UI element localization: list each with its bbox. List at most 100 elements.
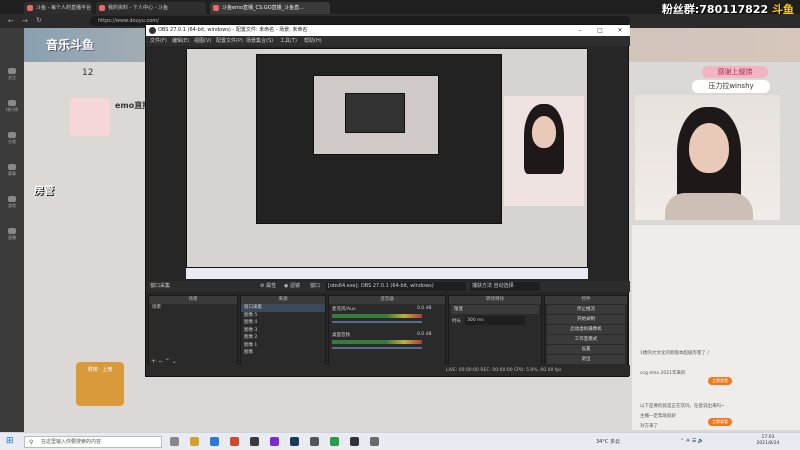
obs-window: OBS 27.0.1 (64-bit, windows) - 配置文件: 未命名… [145, 24, 630, 377]
scene-add-icon[interactable]: + − ⌃ ⌄ [151, 358, 177, 365]
obs-taskbar-icon[interactable] [250, 437, 259, 446]
source-item[interactable]: 图像 2 [241, 334, 325, 342]
app-icon[interactable] [350, 437, 359, 446]
weather[interactable]: 34°C 多云 [596, 438, 620, 445]
windows-start-icon[interactable]: ⊞ [6, 436, 14, 446]
preview-webcam-face [532, 116, 556, 148]
rank-card[interactable]: 周榜 · 上榜 [76, 362, 124, 406]
system-tray-icons[interactable]: ⌃ ☀ ☰ 🔊 [680, 438, 704, 444]
mixer-volume-slider[interactable] [332, 321, 422, 323]
duration-input[interactable]: 300 ms [465, 316, 525, 325]
taskbar-search-input[interactable]: ⚲ 在这里输入你要搜索的内容 [24, 436, 162, 448]
menu-file[interactable]: 文件(F) [150, 36, 167, 46]
filters-button[interactable]: ◉ 滤镜 [284, 281, 300, 292]
search-icon: ⚲ [29, 439, 34, 446]
chrome-icon[interactable] [230, 437, 239, 446]
obs-status-bar: LIVE: 00:00:00 REC: 00:00:00 CPU: 5.0%, … [146, 365, 630, 376]
properties-button[interactable]: ⚙ 属性 [260, 281, 276, 292]
mixer-track-db: 0.0 dB [417, 332, 432, 337]
browser-tab[interactable]: 我的资料 - 个人中心 - 斗鱼 [96, 2, 206, 14]
match-icon [8, 164, 16, 170]
browser-tab[interactable]: 斗鱼 - 每个人的直播平台 [24, 2, 92, 14]
capture-method-select[interactable]: 捕获方法 自动选择 [470, 282, 540, 291]
app-icon[interactable] [270, 437, 279, 446]
live-icon [8, 228, 16, 234]
source-item[interactable]: 图像 5 [241, 312, 325, 320]
mixer-track-name: 麦克风/Aux [332, 307, 356, 312]
obs-source-toolbar: 窗口采集 ⚙ 属性 ◉ 滤镜 窗口 [obs64.exe]: OBS 27.0.… [146, 281, 630, 292]
menu-profile[interactable]: 配置文件(P) [216, 36, 243, 46]
mixer-volume-slider[interactable] [332, 347, 422, 349]
menu-tools[interactable]: 工具(T) [280, 36, 297, 46]
transitions-header: 转场特效 [449, 296, 541, 304]
app-icon[interactable] [330, 437, 339, 446]
weather-text: 多云 [609, 439, 620, 445]
menu-scene-collection[interactable]: 场景集合(S) [246, 36, 273, 46]
app-icon[interactable] [310, 437, 319, 446]
clock-date: 2021/8/24 [756, 441, 780, 446]
side-nav-item[interactable]: 分类 [4, 132, 20, 146]
obs-logo-icon [149, 27, 156, 34]
side-nav-item[interactable]: 直播 [4, 228, 20, 242]
browser-tab-active[interactable]: 斗鱼emo直播_CS:GO直播_斗鱼直... [210, 2, 330, 14]
menu-edit[interactable]: 编辑(E) [172, 36, 189, 46]
selected-source-label: 窗口采集 [150, 283, 171, 289]
menu-view[interactable]: 视图(V) [194, 36, 211, 46]
minimize-icon[interactable]: – [570, 25, 590, 36]
banner-logo: 音乐斗鱼 [46, 38, 95, 52]
chat-line: 1楼的大文化的新版本超级厉害了 / [640, 351, 709, 356]
app-icon[interactable] [370, 437, 379, 446]
weather-temperature: 34°C [596, 439, 609, 445]
file-explorer-icon[interactable] [190, 437, 199, 446]
douyu-favicon-icon [99, 5, 105, 11]
start-recording-button[interactable]: 开始录制 [547, 315, 625, 324]
side-nav-label: 分类 [8, 139, 16, 144]
stop-streaming-button[interactable]: 停止推流 [547, 305, 625, 314]
windows-taskbar: ⊞ ⚲ 在这里输入你要搜索的内容 34°C 多云 ⌃ ☀ ☰ 🔊 17:03 202… [0, 432, 800, 450]
close-icon[interactable]: ✕ [610, 25, 630, 36]
side-nav-label: 排行榜 [6, 107, 18, 112]
mixer-track-name: 桌面音频 [332, 333, 350, 338]
side-nav-label: 赛事 [8, 171, 16, 176]
mixer-track-db: 0.0 dB [417, 306, 432, 311]
side-nav-item[interactable]: 赛事 [4, 164, 20, 178]
source-item[interactable]: 图像 4 [241, 319, 325, 327]
mixer-meter [332, 340, 422, 344]
window-label: 窗口 [310, 283, 321, 289]
maximize-icon[interactable]: □ [590, 25, 610, 36]
mixer-header: 混音器 [329, 296, 445, 304]
side-nav-item[interactable]: 游戏 [4, 196, 20, 210]
forward-icon[interactable]: → [22, 17, 28, 25]
menu-help[interactable]: 帮助(H) [304, 36, 322, 46]
source-item[interactable]: 图像 3 [241, 327, 325, 335]
transition-select[interactable]: 渐变 [451, 305, 539, 314]
douyu-favicon-icon [27, 5, 33, 11]
steam-icon[interactable] [290, 437, 299, 446]
source-item[interactable]: 图像 1 [241, 342, 325, 350]
edge-icon[interactable] [210, 437, 219, 446]
side-nav-item[interactable]: 关注 [4, 68, 20, 82]
settings-button[interactable]: 设置 [547, 345, 625, 354]
side-nav-item[interactable]: 排行榜 [4, 100, 20, 114]
scene-item[interactable]: 场景 [149, 304, 237, 312]
webcam-overlay [635, 95, 780, 220]
mixer-dock: 混音器 麦克风/Aux 0.0 dB 桌面音频 0.0 dB [328, 295, 446, 373]
window-select[interactable]: [obs64.exe]: OBS 27.0.1 (64-bit, windows… [326, 282, 466, 291]
back-icon[interactable]: ← [8, 17, 14, 25]
obs-preview[interactable] [186, 48, 588, 279]
exit-button[interactable]: 退出 [547, 355, 625, 364]
transitions-dock: 转场特效 渐变 时长 300 ms [448, 295, 542, 373]
chat-watch-button[interactable]: 立即观看 [708, 418, 732, 426]
chat-watch-button[interactable]: 立即观看 [708, 377, 732, 385]
source-item[interactable]: 图像 [241, 349, 325, 357]
controls-dock: 控件 停止推流 开始录制 启动虚拟摄像机 工作室模式 设置 退出 [544, 295, 628, 373]
streamer-avatar[interactable] [70, 98, 110, 136]
reload-icon[interactable]: ↻ [36, 16, 42, 24]
virtual-camera-button[interactable]: 启动虚拟摄像机 [547, 325, 625, 334]
thanks-sticker: 感谢上舰捞 [702, 66, 768, 78]
source-item[interactable]: 窗口采集 [241, 304, 325, 312]
task-view-icon[interactable] [170, 437, 179, 446]
taskbar-clock[interactable]: 17:03 2021/8/24 [748, 435, 788, 447]
studio-mode-button[interactable]: 工作室模式 [547, 335, 625, 344]
preview-taskbar [186, 268, 588, 279]
